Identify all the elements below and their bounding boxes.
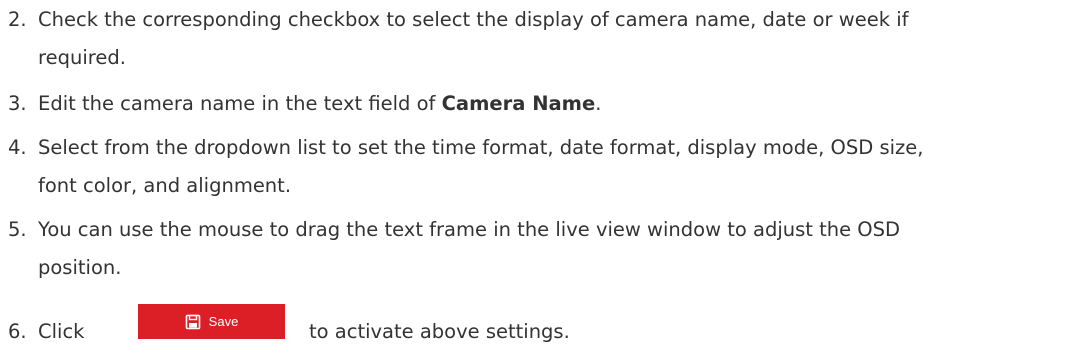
step-number: 2. bbox=[8, 8, 27, 31]
step-text-line: font color, and alignment. bbox=[38, 174, 292, 197]
save-button-label: Save bbox=[208, 314, 239, 329]
step-number: 4. bbox=[8, 136, 27, 159]
step-text: . bbox=[595, 92, 602, 115]
step-text-line: You can use the mouse to drag the text f… bbox=[38, 218, 901, 241]
step-text: Edit the camera name in the text field o… bbox=[38, 92, 442, 115]
step-number: 5. bbox=[8, 218, 27, 241]
step-text-line: Select from the dropdown list to set the… bbox=[38, 136, 924, 159]
step-text-line: required. bbox=[38, 46, 126, 69]
step-text-line: Check the corresponding checkbox to sele… bbox=[38, 8, 909, 31]
step-number: 6. bbox=[8, 320, 27, 343]
step-number: 3. bbox=[8, 92, 27, 115]
document-page: 2. Check the corresponding checkbox to s… bbox=[0, 0, 1073, 358]
step-text: Click bbox=[38, 320, 85, 343]
step-text: to activate above settings. bbox=[309, 320, 570, 343]
floppy-disk-icon bbox=[185, 314, 200, 329]
camera-name-term: Camera Name bbox=[441, 92, 596, 115]
step-text-line: position. bbox=[38, 256, 122, 279]
save-button[interactable]: Save bbox=[138, 304, 285, 339]
step-text-line: Edit the camera name in the text field o… bbox=[38, 86, 601, 122]
